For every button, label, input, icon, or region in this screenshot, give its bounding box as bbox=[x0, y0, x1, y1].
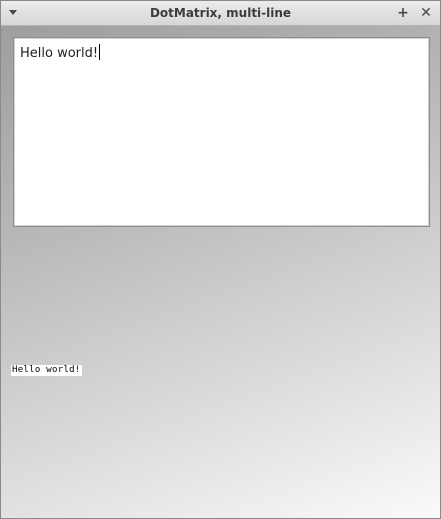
close-button[interactable]: ✕ bbox=[418, 5, 434, 21]
editor-content[interactable]: Hello world! bbox=[20, 44, 101, 61]
dotmatrix-display: Hello world! bbox=[11, 365, 82, 376]
text-caret bbox=[99, 44, 101, 60]
window-title: DotMatrix, multi-line bbox=[149, 6, 292, 20]
text-editor[interactable]: Hello world! bbox=[13, 37, 430, 227]
client-area: Hello world! Hello world! bbox=[1, 26, 440, 518]
maximize-button[interactable]: + bbox=[395, 5, 411, 21]
editor-text: Hello world! bbox=[20, 46, 99, 61]
title-bar[interactable]: DotMatrix, multi-line + ✕ bbox=[1, 1, 440, 26]
app-window: DotMatrix, multi-line + ✕ Hello world! H… bbox=[0, 0, 441, 519]
